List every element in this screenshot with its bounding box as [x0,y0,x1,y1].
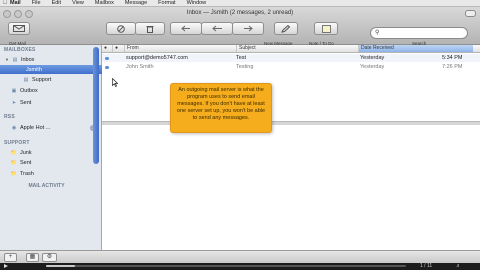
add-mailbox-button[interactable]: + [4,253,17,262]
message-preview-pane [102,125,480,250]
reply-arrow-icon [181,25,190,32]
outbox-label: Outbox [20,87,38,94]
menu-view[interactable]: View [72,0,84,6]
disclosure-triangle-icon[interactable]: ▼ [5,57,9,62]
message-row[interactable]: John Smith Testing Yesterday 7:26 PM [102,63,480,71]
menu-mailbox[interactable]: Mailbox [95,0,114,6]
support-sent-label: Sent [20,159,32,166]
junk-folder-label: Junk [20,149,32,156]
reply-button[interactable] [170,22,202,35]
mail-envelope-icon [13,25,25,32]
arrow-pointer-icon [112,77,119,87]
message-from: John Smith [126,64,154,70]
forward-button[interactable] [232,22,264,35]
video-player-bar: 1 / 11 ♬ [0,263,480,270]
message-time: 5:34 PM [442,55,463,61]
forward-arrow-icon [244,25,253,32]
outbox-icon: ▣ [11,87,17,94]
message-subject: Test [236,55,247,61]
account-label-support: Support [32,76,52,83]
sidebar-item-trash[interactable]: 📁 Trash [0,169,102,178]
sidebar-item-support-sent[interactable]: 📁 Sent [0,158,102,167]
junk-button[interactable] [135,22,165,35]
get-mail-button[interactable] [8,22,30,35]
support-header: SUPPORT [4,140,30,146]
message-time: 7:26 PM [442,64,463,70]
action-menu-button[interactable]: ⚙ [42,253,57,262]
play-icon[interactable] [4,264,8,268]
from-column-header[interactable]: From [124,45,237,52]
window-title: Inbox — Jsmith (2 messages, 2 unread) [186,10,294,16]
mail-activity-label: MAIL ACTIVITY [28,183,65,189]
video-progress-track[interactable] [46,265,406,267]
message-date: Yesterday [360,64,385,70]
sidebar-item-inbox[interactable]: ▼ ▤ Inbox [0,55,97,64]
show-activity-button[interactable]: ▦ [26,253,39,262]
menu-message[interactable]: Message [125,0,147,6]
menu-window[interactable]: Window [187,0,207,6]
subject-column-header[interactable]: Subject [236,45,359,52]
search-field[interactable]: ⚲ [370,27,468,39]
trash-icon [146,25,154,33]
message-date: Yesterday [360,55,385,61]
message-list: ● ● From Subject Date Received support@d… [102,45,480,120]
mailbox-sidebar: MAILBOXES ▼ ▤ Inbox Jsmith 2 ▤ Support 0… [0,45,118,250]
menu-edit[interactable]: Edit [52,0,61,6]
video-progress-fill [46,265,75,267]
note-icon [321,24,331,33]
sidebar-item-jsmith[interactable]: Jsmith 2 [0,65,118,74]
message-from: support@demo5747.com [126,55,188,61]
note-button[interactable] [314,22,338,35]
reply-all-arrow-icon [212,25,222,32]
folder-icon: 📁 [10,170,18,177]
account-tray-icon: ▤ [23,76,29,83]
sidebar-scrollbar[interactable] [93,47,99,164]
date-received-column-header[interactable]: Date Received [358,45,473,52]
message-list-header: ● ● From Subject Date Received [102,45,480,53]
folder-icon: 📁 [10,159,18,166]
unread-dot-icon [105,65,109,69]
delete-button[interactable] [106,22,136,35]
rss-header: RSS [4,114,15,120]
menu-mail[interactable]: Mail [10,0,21,6]
volume-icon[interactable]: ♬ [456,263,461,270]
reply-all-button[interactable] [201,22,233,35]
folder-icon: 📁 [10,149,18,156]
delete-icon [117,24,125,33]
search-icon: ⚲ [375,30,380,36]
rss-feed-icon: ◉ [11,124,17,131]
sent-plane-icon: ➤ [11,99,17,106]
sidebar-item-outbox[interactable]: ▣ Outbox [0,86,102,95]
window-toolbar: Inbox — Jsmith (2 messages, 2 unread) Ge… [0,7,480,46]
sidebar-item-junk[interactable]: 📁 Junk [0,148,102,157]
inbox-label: Inbox [20,56,35,63]
flag-column-header[interactable]: ● [112,45,123,52]
mailboxes-header: MAILBOXES [4,47,36,53]
menu-file[interactable]: File [32,0,41,6]
compose-pencil-icon [281,24,291,33]
unread-column-header[interactable]: ● [102,45,112,52]
apple-menu-icon[interactable]:  [0,0,10,6]
unread-dot-icon [105,56,109,60]
video-time-display: 1 / 11 [420,263,433,269]
tutorial-callout: An outgoing mail server is what the prog… [170,83,272,133]
new-message-button[interactable] [274,22,298,35]
sent-label: Sent [20,99,32,106]
toolbar-toggle-button[interactable] [465,10,476,17]
rss-feed-label: Apple Hot ... [20,124,51,131]
sidebar-item-rss-feed[interactable]: ◉ Apple Hot ... 10 [0,123,102,132]
inbox-tray-icon: ▤ [12,56,18,63]
message-subject: Testing [236,64,254,70]
account-label-jsmith: Jsmith [26,66,42,73]
message-row[interactable]: support@demo5747.com Test Yesterday 5:34… [102,54,480,62]
menu-format[interactable]: Format [158,0,175,6]
trash-folder-label: Trash [20,170,34,177]
sidebar-bottom-bar: + ▦ ⚙ [0,250,480,263]
sidebar-item-sent[interactable]: ➤ Sent [0,98,102,107]
menu-bar:  Mail File Edit View Mailbox Message Fo… [0,0,480,7]
